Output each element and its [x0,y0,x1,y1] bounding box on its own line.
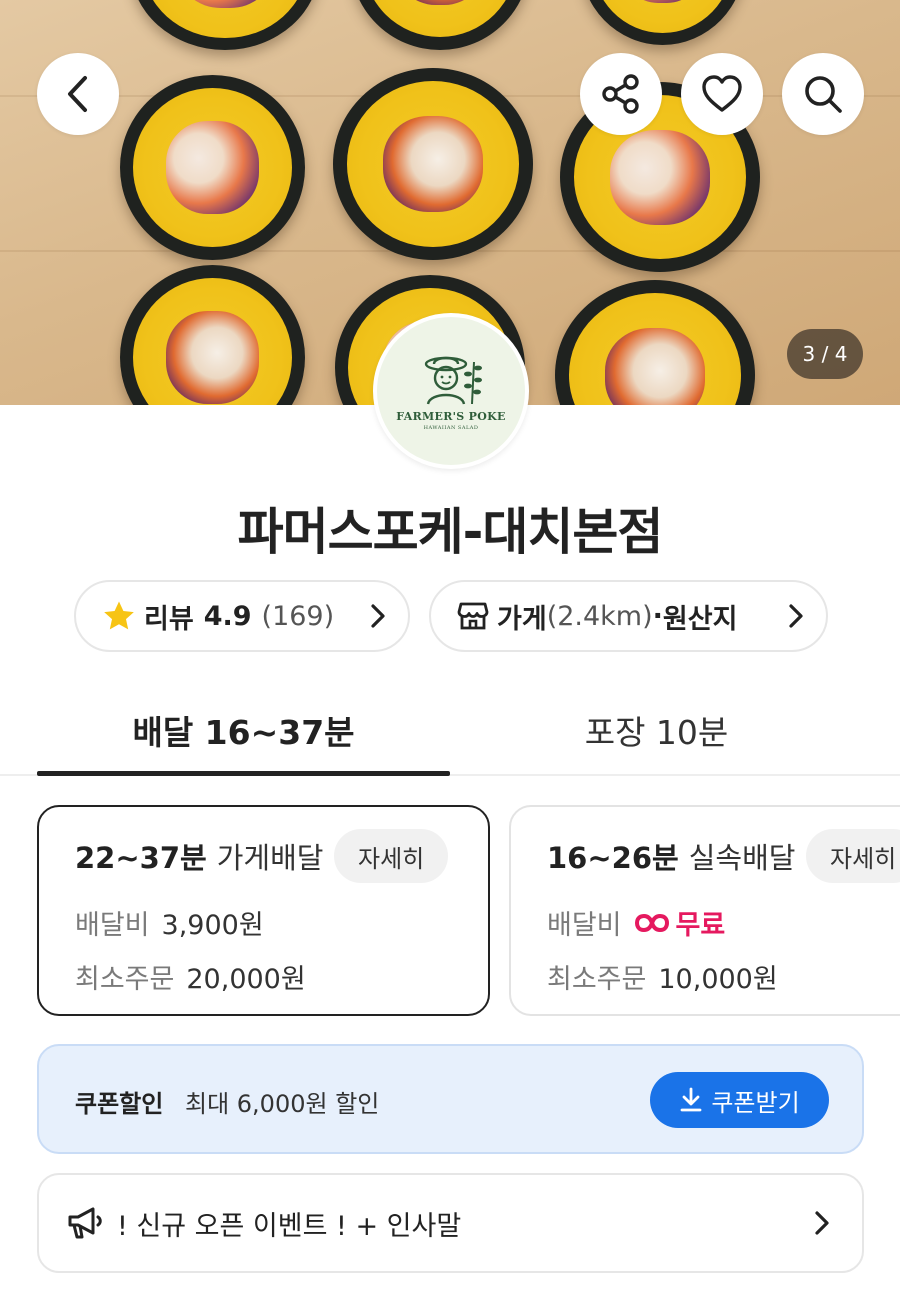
min-order-value: 10,000원 [658,964,778,995]
store-info-chip[interactable]: 가게 (2.4km) · 원산지 [429,580,828,652]
kimbap-roll [120,75,305,260]
delivery-fee-value: 3,900원 [161,910,264,941]
store-name: 파머스포케-대치본점 [237,503,664,561]
search-icon [802,73,844,115]
store-distance: (2.4km) [546,600,653,632]
free-delivery-badge: 무료 [634,903,726,942]
farmer-mascot-icon [416,352,486,408]
review-chip[interactable]: 리뷰 4.9 (169) [74,580,410,652]
infinity-membership-icon [634,912,670,934]
kimbap-roll [580,0,745,45]
min-order-label: 최소주문 [547,964,647,995]
review-rating: 4.9 [203,600,252,632]
tab-pickup[interactable]: 포장 10분 [450,700,863,760]
megaphone-icon [67,1206,105,1240]
origin-label: 원산지 [662,603,738,635]
store-notice-row[interactable]: ! 신규 오픈 이벤트 ! + 인사말 [37,1173,864,1273]
active-tab-indicator [37,771,450,776]
coupon-label: 쿠폰할인 [75,1090,164,1118]
min-order-row: 최소주문 20,000원 [75,957,306,996]
delivery-type: 실속배달 [688,841,796,875]
kimbap-roll [130,0,320,50]
min-order-value: 20,000원 [186,964,306,995]
chevron-right-icon [814,1210,830,1236]
logo-subtitle-text: HAWAIIAN SALAD [423,424,479,431]
detail-button[interactable]: 자세히 [334,829,449,883]
kimbap-roll [333,68,533,260]
delivery-fee-label: 배달비 [75,910,150,941]
min-order-label: 최소주문 [75,964,175,995]
delivery-option-store[interactable]: 22~37분 가게배달 자세히 배달비 3,900원 최소주문 20,000원 [37,805,490,1016]
search-button[interactable] [782,53,864,135]
store-icon [457,601,489,631]
share-button[interactable] [580,53,662,135]
delivery-fee-label: 배달비 [547,910,622,941]
tab-delivery[interactable]: 배달 16~37분 [37,700,450,760]
min-order-row: 최소주문 10,000원 [547,957,778,996]
favorite-button[interactable] [681,53,763,135]
delivery-fee-row: 배달비 무료 [547,903,725,942]
get-coupon-label: 쿠폰받기 [711,1088,800,1117]
logo-brand-text: FARMER'S POKE [396,409,506,423]
coupon-banner: 쿠폰할인 최대 6,000원 할인 쿠폰받기 [37,1044,864,1154]
delivery-option-value[interactable]: 16~26분 실속배달 자세히 배달비 무료 최소주문 10,000원 [509,805,900,1016]
delivery-option-header: 22~37분 가게배달 [75,835,323,877]
separator-dot: · [652,600,663,632]
star-icon [102,600,136,632]
image-page-indicator: 3 / 4 [787,329,863,379]
kimbap-roll [120,265,305,405]
review-count: (169) [261,600,335,632]
chevron-left-icon [63,74,93,114]
review-label: 리뷰 [144,603,194,635]
notice-text: ! 신규 오픈 이벤트 ! + 인사말 [117,1210,462,1242]
delivery-option-header: 16~26분 실속배달 [547,835,795,877]
delivery-time: 16~26분 [547,841,679,875]
heart-icon [700,74,744,114]
kimbap-roll [555,280,755,405]
download-icon [679,1087,703,1113]
kimbap-roll [350,0,530,50]
delivery-type: 가게배달 [216,841,324,875]
detail-button[interactable]: 자세히 [806,829,900,883]
delivery-fee-row: 배달비 3,900원 [75,903,264,942]
store-logo: FARMER'S POKE HAWAIIAN SALAD [373,313,529,469]
back-button[interactable] [37,53,119,135]
share-icon [600,73,642,115]
chevron-right-icon [370,603,386,629]
store-info-label: 가게 [497,603,547,635]
get-coupon-button[interactable]: 쿠폰받기 [650,1072,829,1128]
delivery-fee-value: 무료 [675,910,726,941]
chevron-right-icon [788,603,804,629]
coupon-description: 최대 6,000원 할인 [185,1090,380,1118]
delivery-time: 22~37분 [75,841,207,875]
